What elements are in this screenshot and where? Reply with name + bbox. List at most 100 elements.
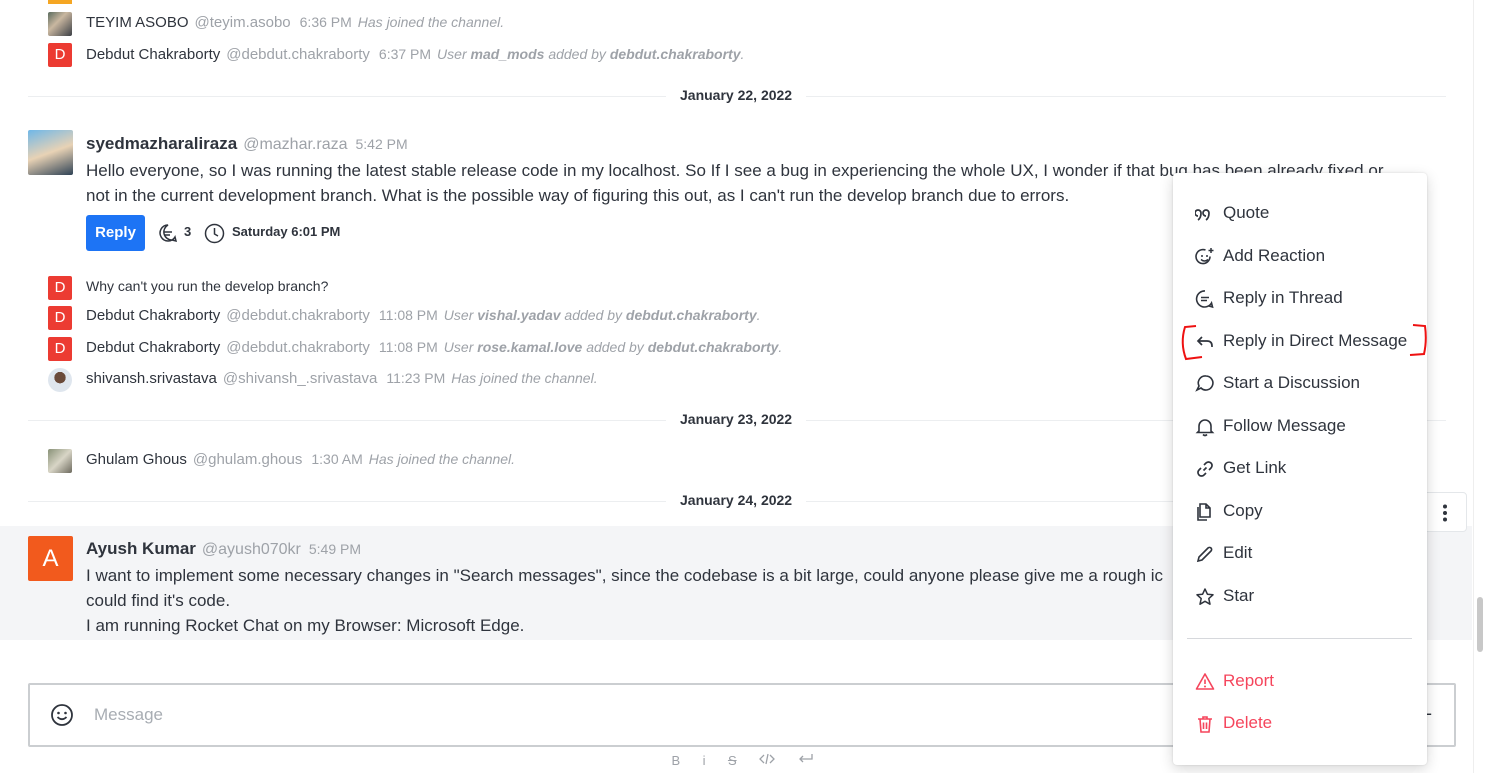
- thread-icon: [159, 224, 178, 243]
- menu-divider: [1187, 638, 1412, 639]
- menu-item-label: Delete: [1223, 713, 1273, 732]
- menu-item-delete[interactable]: Delete: [1173, 704, 1427, 744]
- system-target: vishal.yadav: [477, 307, 561, 323]
- system-text: User vishal.yadav added by debdut.chakra…: [444, 307, 761, 323]
- message-time: 5:42 PM: [355, 136, 408, 152]
- user-name[interactable]: TEYIM ASOBO: [86, 14, 189, 31]
- enter-icon: [798, 754, 813, 763]
- scrollbar-thumb[interactable]: [1477, 597, 1483, 652]
- system-message: TEYIM ASOBO @teyim.asobo 6:36 PM Has joined…: [86, 14, 504, 31]
- system-mid: added by: [548, 46, 606, 62]
- menu-item-label: Follow Message: [1223, 416, 1346, 435]
- message-line: I want to implement some necessary chang…: [86, 566, 1164, 585]
- message-body: I want to implement some necessary chang…: [86, 563, 1163, 638]
- user-name[interactable]: Debdut Chakraborty: [86, 307, 220, 324]
- avatar[interactable]: A: [28, 536, 73, 581]
- message-text: Why can't you run the develop branch?: [86, 278, 329, 294]
- menu-item-follow-message[interactable]: Follow Message: [1173, 407, 1427, 447]
- system-text: Has joined the channel.: [368, 451, 516, 467]
- reply-count: 3: [184, 224, 192, 239]
- system-actor: debdut.chakraborty: [625, 307, 757, 323]
- menu-item-edit[interactable]: Edit: [1173, 534, 1427, 574]
- menu-item-label: Reply in Thread: [1223, 288, 1343, 307]
- copy-icon: [1197, 503, 1211, 521]
- menu-item-label: Star: [1223, 586, 1255, 605]
- annotation-bracket: [1181, 324, 1427, 361]
- user-name[interactable]: shivansh.srivastava: [86, 370, 217, 387]
- italic-button[interactable]: i: [703, 753, 706, 768]
- code-icon: [759, 753, 775, 765]
- avatar: [48, 0, 72, 4]
- menu-item-add-reaction[interactable]: Add Reaction: [1173, 237, 1427, 277]
- avatar[interactable]: D: [48, 43, 72, 67]
- message-time: 11:08 PM: [378, 339, 438, 355]
- avatar[interactable]: [28, 130, 73, 175]
- message-line: I am running Rocket Chat on my Browser: …: [86, 616, 525, 635]
- system-prefix: User: [443, 339, 474, 355]
- system-message: Debdut Chakraborty @debdut.chakraborty 6:3…: [86, 46, 744, 63]
- date-divider: January 22, 2022: [666, 87, 807, 103]
- last-reply-time: Saturday 6:01 PM: [232, 224, 341, 239]
- system-message: Debdut Chakraborty @debdut.chakraborty 11:…: [86, 339, 782, 356]
- menu-item-get-link[interactable]: Get Link: [1173, 449, 1427, 489]
- avatar[interactable]: [48, 12, 72, 36]
- system-text: Has joined the channel.: [451, 370, 598, 386]
- message-header: Ayush Kumar @ayush070kr 5:49 PM: [86, 539, 361, 559]
- menu-item-label: Copy: [1223, 501, 1263, 520]
- avatar[interactable]: D: [48, 306, 72, 330]
- user-name[interactable]: Debdut Chakraborty: [86, 339, 220, 356]
- user-name[interactable]: Ayush Kumar: [86, 539, 196, 558]
- system-suffix: .: [778, 339, 783, 355]
- strike-button[interactable]: S: [728, 753, 737, 768]
- user-handle[interactable]: @debdut.chakraborty: [226, 307, 370, 324]
- menu-item-report[interactable]: Report: [1173, 662, 1427, 702]
- reply-button[interactable]: Reply: [86, 215, 145, 251]
- user-handle[interactable]: @mazhar.raza: [243, 136, 347, 153]
- user-handle[interactable]: @shivansh_.srivastava: [223, 370, 377, 387]
- trash-icon: [1198, 716, 1212, 733]
- system-text: User mad_mods added by debdut.chakrabort…: [437, 46, 744, 62]
- user-handle[interactable]: @ghulam.ghous: [193, 451, 302, 468]
- emoji-icon[interactable]: [50, 703, 74, 727]
- user-handle[interactable]: @teyim.asobo: [195, 14, 291, 31]
- user-handle[interactable]: @debdut.chakraborty: [226, 46, 370, 63]
- menu-item-label: Add Reaction: [1223, 246, 1326, 265]
- system-mid: added by: [564, 307, 623, 323]
- system-message: shivansh.srivastava @shivansh_.srivastava…: [86, 370, 598, 387]
- system-actor: debdut.chakraborty: [647, 339, 779, 355]
- pencil-icon: [1196, 546, 1213, 563]
- menu-item-star[interactable]: Star: [1173, 577, 1427, 617]
- thread-icon: [1195, 290, 1214, 309]
- menu-item-start-discussion[interactable]: Start a Discussion: [1173, 364, 1427, 404]
- bold-button[interactable]: B: [671, 753, 680, 768]
- user-handle[interactable]: @debdut.chakraborty: [226, 339, 370, 356]
- system-target: mad_mods: [470, 46, 545, 62]
- system-suffix: .: [756, 307, 761, 323]
- menu-item-label: Edit: [1223, 543, 1253, 562]
- user-handle[interactable]: @ayush070kr: [202, 541, 301, 558]
- message-input[interactable]: Message: [94, 705, 163, 725]
- menu-item-quote[interactable]: Quote: [1173, 194, 1427, 234]
- avatar[interactable]: [48, 449, 72, 473]
- more-options-button[interactable]: [1422, 492, 1467, 532]
- system-prefix: User: [437, 46, 467, 62]
- user-name[interactable]: Debdut Chakraborty: [86, 46, 220, 63]
- menu-item-reply-thread[interactable]: Reply in Thread: [1173, 279, 1427, 319]
- avatar[interactable]: D: [48, 276, 72, 300]
- system-message: Ghulam Ghous @ghulam.ghous 1:30 AM Has join…: [86, 451, 515, 468]
- menu-item-label: Report: [1223, 671, 1275, 690]
- code-button[interactable]: [759, 753, 775, 768]
- menu-item-copy[interactable]: Copy: [1173, 492, 1427, 532]
- user-name[interactable]: syedmazharaliraza: [86, 134, 237, 153]
- message-time: 5:49 PM: [308, 541, 362, 557]
- scrollbar[interactable]: [1473, 0, 1485, 773]
- system-actor: debdut.chakraborty: [609, 46, 741, 62]
- avatar[interactable]: D: [48, 337, 72, 361]
- avatar[interactable]: [48, 368, 72, 392]
- user-name[interactable]: Ghulam Ghous: [86, 451, 187, 468]
- system-prefix: User: [443, 307, 474, 323]
- discussion-icon: [1195, 375, 1214, 392]
- system-message: Debdut Chakraborty @debdut.chakraborty 11:…: [86, 307, 761, 324]
- newline-button[interactable]: [798, 753, 814, 768]
- date-divider: January 24, 2022: [666, 492, 807, 508]
